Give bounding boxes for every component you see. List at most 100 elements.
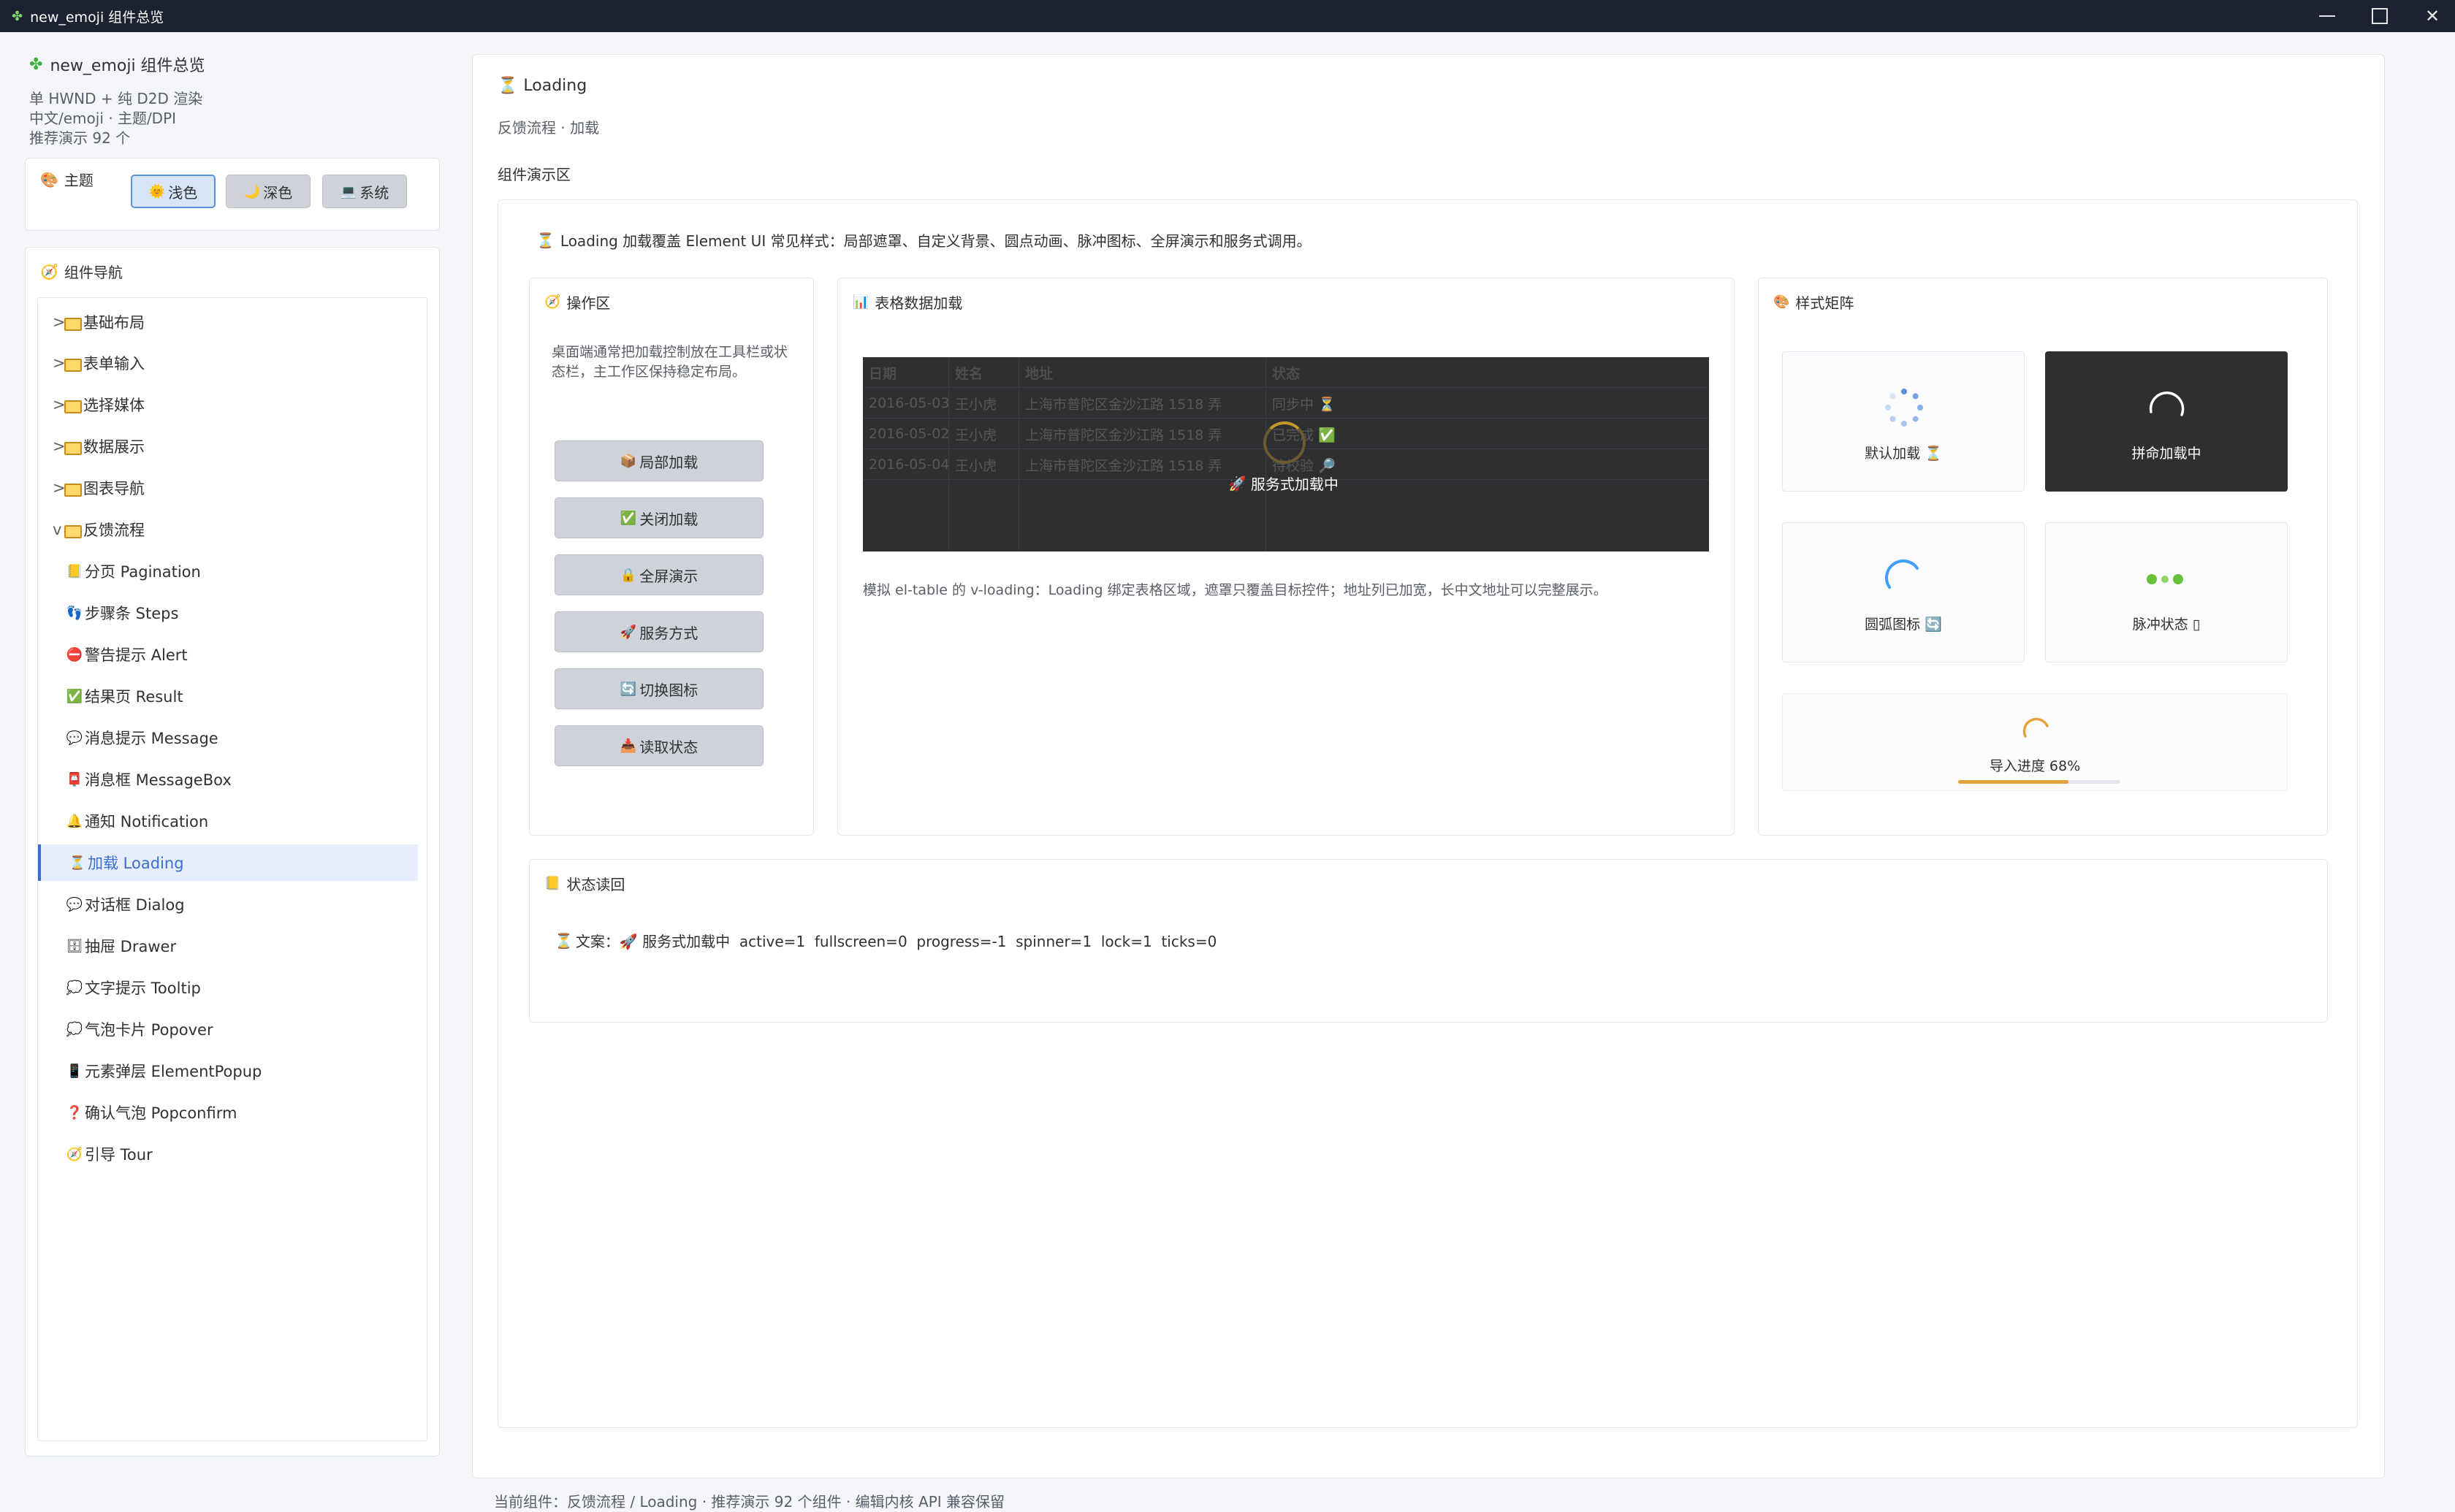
panel-title-text: 样式矩阵 <box>1795 294 1854 312</box>
nav-item-label: 抽屉 Drawer <box>85 938 177 955</box>
table-cell: 同步中 ⏳ <box>1272 396 1336 413</box>
nav-item-elementpopup[interactable]: 📱 元素弹层 ElementPopup <box>38 1053 418 1089</box>
palette-icon: 🎨 <box>40 170 58 188</box>
loading-overlay-text: 🚀 服务式加载中 <box>1228 473 1339 494</box>
compass-icon: 🧭 <box>40 262 58 280</box>
read-state-button[interactable]: 📥 读取状态 <box>555 725 764 766</box>
nav-item-label: 消息提示 Message <box>85 730 218 747</box>
package-icon: 📦 <box>620 453 637 469</box>
theme-card: 🎨 主题 🌞 浅色 🌙 深色 💻 系统 <box>25 158 440 231</box>
theme-light-button[interactable]: 🌞 浅色 <box>131 175 216 208</box>
nav-item-alert[interactable]: ⛔ 警告提示 Alert <box>38 636 418 673</box>
ledger-icon: 📒 <box>544 876 561 891</box>
table-cell: 2016-05-02 <box>863 419 949 449</box>
theme-system-button[interactable]: 💻 系统 <box>322 175 407 208</box>
loading-spinner <box>1263 421 1306 464</box>
nav-item-popover[interactable]: 💭 气泡卡片 Popover <box>38 1011 418 1047</box>
nav-item-dialog[interactable]: 💬 对话框 Dialog <box>38 886 418 923</box>
nav-group-basic-layout[interactable]: > 基础布局 <box>38 304 418 340</box>
nav-item-steps[interactable]: 👣 步骤条 Steps <box>38 595 418 631</box>
panel-title: 🧭 操作区 <box>544 291 610 313</box>
nav-title-text: 组件导航 <box>64 264 123 281</box>
expand-caret: > <box>53 313 66 331</box>
inbox-icon: 📥 <box>620 738 637 754</box>
nav-item-notification[interactable]: 🔔 通知 Notification <box>38 803 418 839</box>
moon-icon: 🌙 <box>243 183 261 199</box>
folder-icon <box>63 440 82 455</box>
hourglass-icon: ⏳ <box>498 77 518 95</box>
nav-item-result[interactable]: ✅ 结果页 Result <box>38 678 418 714</box>
minimize-button[interactable] <box>2302 0 2353 32</box>
close-icon: ✕ <box>2424 6 2440 26</box>
question-mark-icon: ❓ <box>66 1104 83 1120</box>
sample-label: 拼命加载中 <box>2131 446 2201 462</box>
table-cell: 王小虎 <box>949 419 1019 449</box>
theme-dark-button[interactable]: 🌙 深色 <box>226 175 311 208</box>
nav-item-label: 引导 Tour <box>85 1146 153 1164</box>
nav-group-form-input[interactable]: > 表单输入 <box>38 345 418 381</box>
nav-group-select-media[interactable]: > 选择媒体 <box>38 386 418 423</box>
folder-icon <box>63 316 82 331</box>
nav-item-tooltip[interactable]: 💭 文字提示 Tooltip <box>38 969 418 1006</box>
nav-item-pagination[interactable]: 📒 分页 Pagination <box>38 553 418 589</box>
app-meta: 单 HWND + 纯 D2D 渲染 中文/emoji · 主题/DPI 推荐演示… <box>29 89 438 148</box>
service-mode-button[interactable]: 🚀 服务方式 <box>555 611 764 652</box>
hourglass-icon: ⏳ <box>69 855 86 871</box>
status-line: ⏳ 文案：🚀 服务式加载中 active=1 fullscreen=0 prog… <box>555 930 1217 951</box>
pulse-dots-icon <box>2147 574 2183 584</box>
mobile-phone-icon: 📱 <box>66 1063 83 1079</box>
panel-title: 📒 状态读回 <box>544 873 625 894</box>
nav-item-tour[interactable]: 🧭 引导 Tour <box>38 1136 418 1172</box>
pulse-state-sample: 脉冲状态 ▯ <box>2045 522 2288 663</box>
button-label: 关闭加载 <box>639 510 699 528</box>
main-panel: ⏳ Loading 反馈流程 · 加载 组件演示区 ⏳ Loading 加载覆盖… <box>472 54 2385 1478</box>
breadcrumb: 反馈流程 · 加载 <box>498 119 600 137</box>
button-label: 全屏演示 <box>639 567 699 585</box>
status-line-text: 文案：🚀 服务式加载中 active=1 fullscreen=0 progre… <box>575 933 1217 950</box>
close-button[interactable]: ✕ <box>2407 0 2455 32</box>
clover-icon: ✤ <box>12 8 23 24</box>
meta-line: 中文/emoji · 主题/DPI <box>29 110 177 127</box>
nav-group-data-display[interactable]: > 数据展示 <box>38 428 418 465</box>
dots-spinner-icon <box>1885 389 1923 427</box>
nav-group-chart-nav[interactable]: > 图表导航 <box>38 470 418 506</box>
column-header: 姓名 <box>949 357 1019 388</box>
minimize-icon <box>2319 15 2335 17</box>
palette-icon: 🎨 <box>1773 294 1790 310</box>
maximize-button[interactable] <box>2354 0 2405 32</box>
lock-icon: 🔒 <box>620 567 637 583</box>
nav-group-feedback-flow[interactable]: v 反馈流程 <box>38 511 418 548</box>
nav-group-label: 数据展示 <box>83 438 145 456</box>
table-note: 模拟 el-table 的 v-loading：Loading 绑定表格区域，遮… <box>863 582 1607 598</box>
compass-icon: 🧭 <box>66 1146 83 1162</box>
table-cell: 上海市普陀区金沙江路 1518 弄 <box>1019 419 1266 449</box>
theme-label: 🎨 主题 <box>40 169 94 190</box>
sample-label: 脉冲状态 ▯ <box>2132 616 2201 633</box>
nav-item-label: 元素弹层 ElementPopup <box>85 1063 262 1080</box>
nav-group-label: 基础布局 <box>83 314 145 332</box>
operations-description: 桌面端通常把加载控制放在工具栏或状态栏，主工作区保持稳定布局。 <box>552 344 788 380</box>
check-mark-icon: ✅ <box>620 510 637 526</box>
app-name-text: new_emoji 组件总览 <box>50 57 205 75</box>
local-loading-button[interactable]: 📦 局部加载 <box>555 440 764 481</box>
table-cell <box>863 480 949 551</box>
page-title: ⏳ Loading <box>498 77 587 95</box>
nav-item-messagebox[interactable]: 📮 消息框 MessageBox <box>38 761 418 798</box>
progress-label: 导入进度 68% <box>1989 758 2081 774</box>
switch-icon-button[interactable]: 🔄 切换图标 <box>555 668 764 709</box>
no-entry-icon: ⛔ <box>66 646 83 663</box>
intro-text: ⏳ Loading 加载覆盖 Element UI 常见样式：局部遮罩、自定义背… <box>536 229 1312 251</box>
table-header-row: 日期 姓名 地址 状态 <box>863 357 1709 388</box>
style-matrix-panel: 🎨 样式矩阵 默认加载 ⏳ 拼命加载中 圆弧图标 🔄 脉冲状态 ▯ 导入进度 6… <box>1758 278 2328 836</box>
arc-spinner-icon <box>1885 559 1919 589</box>
nav-item-drawer[interactable]: 🗄 抽屉 Drawer <box>38 928 418 964</box>
button-label: 读取状态 <box>639 738 699 756</box>
fullscreen-demo-button[interactable]: 🔒 全屏演示 <box>555 554 764 595</box>
close-loading-button[interactable]: ✅ 关闭加载 <box>555 497 764 538</box>
demo-area-label: 组件演示区 <box>498 166 571 183</box>
nav-item-loading[interactable]: ⏳ 加载 Loading <box>38 844 418 881</box>
hourglass-icon: ⏳ <box>555 931 573 950</box>
app-name: ✤ new_emoji 组件总览 <box>29 53 438 76</box>
nav-item-popconfirm[interactable]: ❓ 确认气泡 Popconfirm <box>38 1094 418 1131</box>
nav-item-message[interactable]: 💬 消息提示 Message <box>38 719 418 756</box>
